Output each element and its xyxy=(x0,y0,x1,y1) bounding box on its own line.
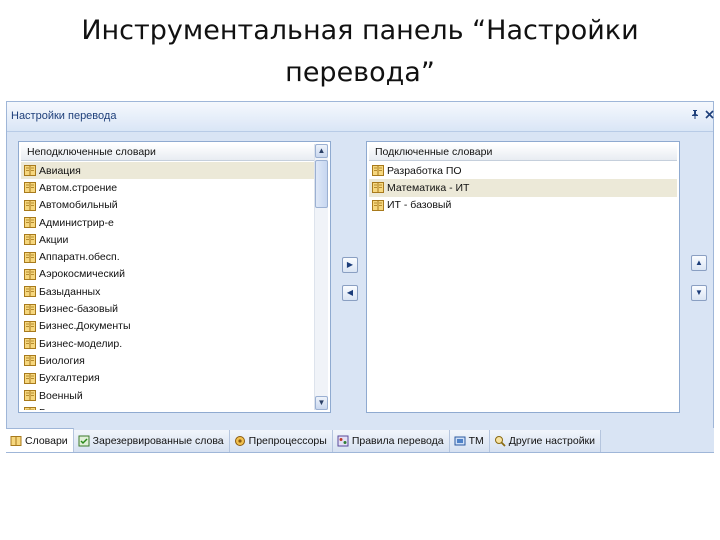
dictionary-book-icon xyxy=(24,182,36,194)
list-item-label: Автомобильный xyxy=(39,199,118,212)
list-item[interactable]: Администрир-е xyxy=(21,214,316,231)
list-item[interactable]: ИТ - базовый xyxy=(369,197,677,214)
rules-icon xyxy=(337,435,349,447)
list-item[interactable]: Базыданных xyxy=(21,283,316,300)
tab-label: Зарезервированные слова xyxy=(92,435,224,447)
list-item-label: Аэрокосмический xyxy=(39,268,126,281)
dictionary-book-icon xyxy=(24,234,36,246)
scroll-up-arrow-icon[interactable]: ▲ xyxy=(315,144,328,158)
remove-dictionary-button[interactable]: ◀ xyxy=(342,285,358,301)
dictionary-book-icon xyxy=(24,372,36,384)
tab-tm[interactable]: TM xyxy=(449,430,490,452)
slide-title-line1: Инструментальная панель “Настройки xyxy=(81,15,639,46)
slide-title-line2: перевода” xyxy=(285,57,435,88)
list-item-label: Разработка ПО xyxy=(387,164,462,177)
list-item[interactable]: Военный xyxy=(21,387,316,404)
arrow-down-icon: ▼ xyxy=(695,288,703,297)
dictionary-book-icon xyxy=(24,390,36,401)
tab-label: Препроцессоры xyxy=(248,435,327,447)
scroll-thumb[interactable] xyxy=(315,160,328,208)
list-item-label: Автом.строение xyxy=(39,181,118,194)
list-item-label: Аппаратн.обесп. xyxy=(39,251,120,264)
list-item-label: Бизнес-базовый xyxy=(39,303,118,316)
arrow-right-icon: ▶ xyxy=(346,260,354,269)
unconnected-dictionaries-list[interactable]: Неподключенные словари Авиация Автом.стро… xyxy=(18,141,331,413)
list-item[interactable]: Биология xyxy=(21,352,316,369)
list-item-label: Биология xyxy=(39,354,85,367)
tab-label: Правила перевода xyxy=(351,435,444,447)
dictionary-book-icon xyxy=(24,165,36,177)
list-item[interactable]: Бизнес.Документы xyxy=(21,318,316,335)
unconnected-dictionaries-header: Неподключенные словари xyxy=(21,144,316,161)
panel-title: Настройки перевода xyxy=(11,110,117,122)
dictionary-book-icon xyxy=(24,199,36,211)
connected-dictionaries-rows: Разработка ПО Математика - ИТ ИТ - базовый xyxy=(369,162,677,410)
connected-dictionaries-header: Подключенные словари xyxy=(369,144,677,161)
list-item[interactable]: Аппаратн.обесп. xyxy=(21,248,316,265)
list-item[interactable]: Бизнес-базовый xyxy=(21,300,316,317)
tab-settings[interactable]: Другие настройки xyxy=(489,430,602,452)
tab-rules[interactable]: Правила перевода xyxy=(332,430,450,452)
list-item[interactable]: Геология xyxy=(21,404,316,410)
dictionary-book-icon xyxy=(24,338,36,350)
list-item-label: Базыданных xyxy=(39,285,101,298)
panel-tabs: Словари Зарезервированные слова Препроцесс… xyxy=(6,428,714,452)
add-dictionary-button[interactable]: ▶ xyxy=(342,257,358,273)
tab-label: TM xyxy=(468,435,484,447)
list-item[interactable]: Бизнес-моделир. xyxy=(21,335,316,352)
dictionary-book-icon xyxy=(24,251,36,263)
reserved-words-icon xyxy=(78,435,90,447)
list-item[interactable]: Автомобильный xyxy=(21,197,316,214)
move-down-button[interactable]: ▼ xyxy=(691,285,707,301)
dictionary-book-icon xyxy=(24,268,36,280)
connected-dictionaries-list[interactable]: Подключенные словари Разработка ПО Матема… xyxy=(366,141,680,413)
list-item-label: Бизнес.Документы xyxy=(39,320,131,333)
dictionary-book-icon xyxy=(24,217,36,229)
settings-icon xyxy=(494,435,506,447)
arrow-up-icon: ▲ xyxy=(695,258,703,267)
scroll-down-arrow-icon[interactable]: ▼ xyxy=(315,396,328,410)
dictionary-book-icon xyxy=(372,182,384,194)
list-item[interactable]: Аэрокосмический xyxy=(21,266,316,283)
list-item[interactable]: Разработка ПО xyxy=(369,162,677,179)
list-item[interactable]: Авиация xyxy=(21,162,316,180)
unconnected-dictionaries-rows: Авиация Автом.строение Автомобильный Админи… xyxy=(21,162,316,410)
dictionary-book-icon xyxy=(24,320,36,332)
tab-label: Другие настройки xyxy=(508,435,596,447)
dictionary-icon xyxy=(10,435,22,447)
dictionary-book-icon xyxy=(24,355,36,367)
tab-reserved-words[interactable]: Зарезервированные слова xyxy=(73,430,230,452)
list-item-label: Военный xyxy=(39,389,83,402)
move-up-button[interactable]: ▲ xyxy=(691,255,707,271)
tm-icon xyxy=(454,435,466,447)
list-item-label: ИТ - базовый xyxy=(387,199,452,212)
list-item[interactable]: Бухгалтерия xyxy=(21,370,316,387)
list-item[interactable]: Математика - ИТ xyxy=(369,179,677,197)
panel-header: Настройки перевода xyxy=(7,102,714,132)
tab-preprocessor[interactable]: Препроцессоры xyxy=(229,430,333,452)
list-item[interactable]: Автом.строение xyxy=(21,179,316,196)
dictionary-book-icon xyxy=(372,199,384,211)
list-item-label: Геология xyxy=(39,407,83,410)
dictionary-book-icon xyxy=(24,407,36,410)
slide-title: Инструментальная панель “Настройки перев… xyxy=(40,10,680,94)
left-list-scrollbar[interactable]: ▲ ▼ xyxy=(314,144,328,410)
preprocessor-icon xyxy=(234,435,246,447)
list-item-label: Акции xyxy=(39,233,69,246)
list-item-label: Администрир-е xyxy=(39,216,114,229)
arrow-left-icon: ◀ xyxy=(346,288,354,297)
dictionary-book-icon xyxy=(24,286,36,298)
list-item-label: Бизнес-моделир. xyxy=(39,337,123,350)
dictionary-book-icon xyxy=(372,165,384,177)
tab-label: Словари xyxy=(25,434,68,447)
translation-settings-panel: Настройки перевода Неподключенные словар… xyxy=(6,101,714,453)
tab-dictionary[interactable]: Словари xyxy=(6,428,74,452)
list-item-label: Бухгалтерия xyxy=(39,372,100,385)
dictionary-book-icon xyxy=(24,303,36,315)
list-item-label: Авиация xyxy=(39,164,81,177)
close-icon[interactable] xyxy=(701,108,717,124)
list-item[interactable]: Акции xyxy=(21,231,316,248)
list-item-label: Математика - ИТ xyxy=(387,181,470,194)
